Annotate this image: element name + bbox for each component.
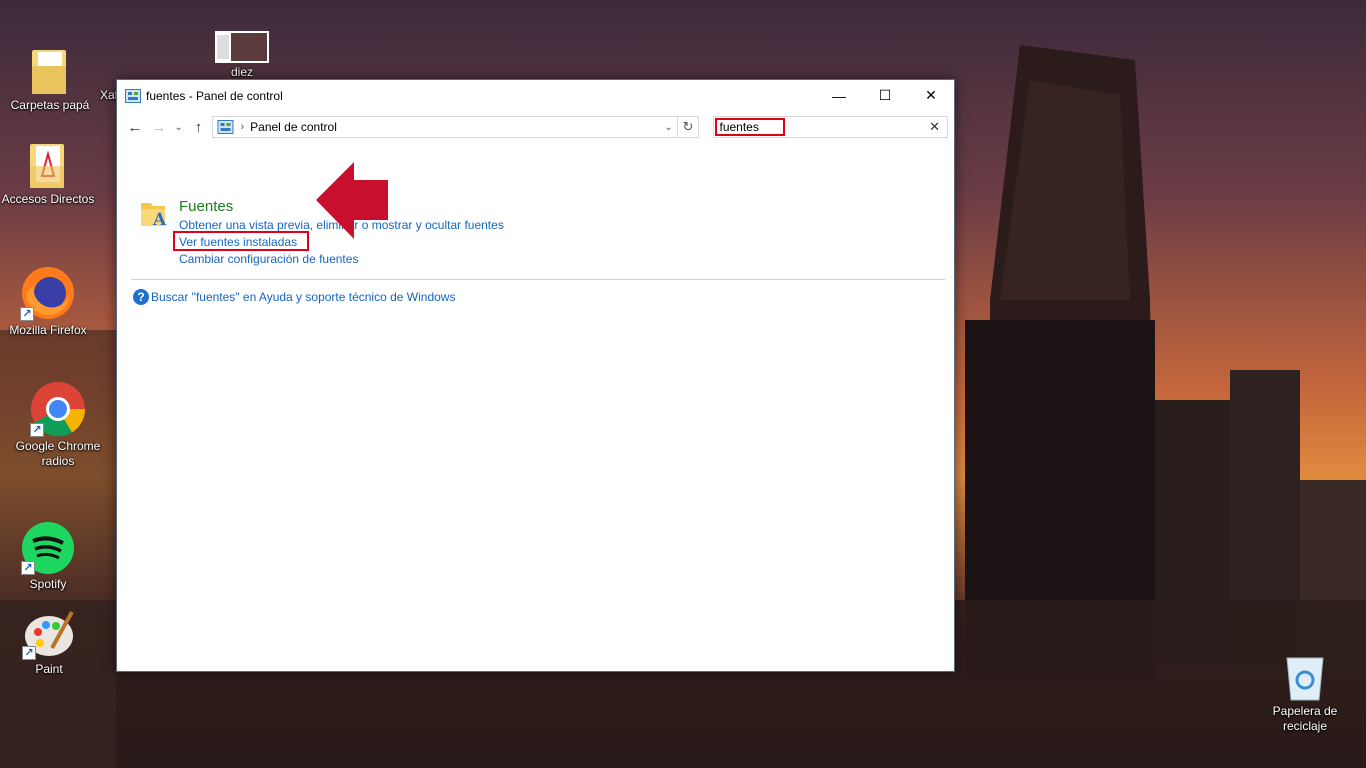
title-bar[interactable]: fuentes - Panel de control — ☐ ✕ <box>117 80 954 111</box>
close-icon: ✕ <box>925 87 937 103</box>
desktop-icon-firefox[interactable]: ↗ Mozilla Firefox <box>0 263 96 338</box>
desktop-icon-label: Google Chrome radios <box>15 439 101 468</box>
desktop-icon-label: Spotify <box>29 577 67 591</box>
desktop-icon-spotify[interactable]: ↗ Spotify <box>0 521 96 592</box>
folder-icon <box>30 46 70 96</box>
arrow-up-icon: ↑ <box>194 118 203 136</box>
desktop-icon-label: Papelera de reciclaje <box>1272 704 1338 733</box>
arrow-right-icon: → <box>151 118 167 136</box>
annotation-arrow-icon <box>316 162 388 239</box>
spotify-icon: ↗ <box>21 521 75 575</box>
help-search-link[interactable]: ? Buscar "fuentes" en Ayuda y soporte té… <box>133 289 455 305</box>
desktop-icon-label: Xat <box>100 88 116 102</box>
desktop-icon-recycle-bin[interactable]: Papelera de reciclaje <box>1257 650 1353 734</box>
help-search-label: Buscar "fuentes" en Ayuda y soporte técn… <box>151 290 456 304</box>
window-title: fuentes - Panel de control <box>146 88 283 103</box>
chevron-down-icon: ⌄ <box>174 121 183 133</box>
desktop-icon-label: diez <box>230 65 253 79</box>
desktop-icon-chrome[interactable]: ↗ Google Chrome radios <box>10 381 106 469</box>
svg-text:A: A <box>152 210 167 229</box>
desktop-icon-accesos-directos[interactable]: Accesos Directos <box>0 140 96 207</box>
image-thumbnail-icon <box>215 31 269 63</box>
forward-button[interactable]: → <box>147 115 171 139</box>
arrow-left-icon: ← <box>127 118 143 136</box>
shortcut-arrow-icon: ↗ <box>21 561 35 575</box>
search-input[interactable]: fuentes <box>715 118 786 136</box>
search-box[interactable]: fuentes ✕ <box>713 116 949 138</box>
recent-locations-button[interactable]: ⌄ <box>171 115 187 139</box>
desktop-icon-label: Accesos Directos <box>1 192 95 206</box>
maximize-icon: ☐ <box>878 87 892 103</box>
refresh-icon: ↻ <box>682 119 694 134</box>
desktop-icon-diez[interactable]: diez <box>194 31 290 80</box>
shortcut-arrow-icon: ↗ <box>30 423 44 437</box>
back-button[interactable]: ← <box>123 115 147 139</box>
up-button[interactable]: ↑ <box>187 115 211 139</box>
divider <box>131 279 945 280</box>
pdf-folder-icon <box>28 140 68 190</box>
control-panel-icon <box>217 120 234 134</box>
desktop-icon-label: Mozilla Firefox <box>9 323 87 337</box>
desktop-icon-paint[interactable]: ↗ Paint <box>1 606 97 677</box>
address-bar[interactable]: › Panel de control ⌄ <box>212 116 678 138</box>
desktop-icon-xat[interactable]: Xat <box>96 42 116 103</box>
minimize-icon: — <box>832 87 846 104</box>
fonts-folder-icon: A <box>141 203 167 229</box>
control-panel-window: fuentes - Panel de control — ☐ ✕ ← → ⌄ ↑… <box>116 79 955 672</box>
breadcrumb-separator: › <box>240 121 245 133</box>
maximize-button[interactable]: ☐ <box>862 80 908 111</box>
breadcrumb-control-panel[interactable]: Panel de control <box>250 120 660 134</box>
control-panel-icon <box>125 88 141 103</box>
search-results: A Fuentes Obtener una vista previa, elim… <box>117 143 954 671</box>
clear-search-icon[interactable]: ✕ <box>929 119 940 135</box>
paint-icon: ↗ <box>22 606 76 660</box>
desktop-icon-carpetas[interactable]: Carpetas papá <box>2 46 98 113</box>
help-icon: ? <box>133 289 149 305</box>
navigation-bar: ← → ⌄ ↑ › Panel de control ⌄ ↻ fuentes ✕ <box>117 111 954 143</box>
shortcut-arrow-icon: ↗ <box>22 646 36 660</box>
chevron-down-icon[interactable]: ⌄ <box>661 122 677 133</box>
minimize-button[interactable]: — <box>816 80 862 111</box>
desktop-icon-label: Paint <box>35 662 63 676</box>
annotation-highlight-box <box>173 231 309 251</box>
link-change-font-settings[interactable]: Cambiar configuración de fuentes <box>179 252 358 266</box>
refresh-button[interactable]: ↻ <box>677 116 700 138</box>
result-title[interactable]: Fuentes <box>179 198 233 215</box>
desktop-icon-label: Carpetas papá <box>10 98 90 112</box>
close-button[interactable]: ✕ <box>908 80 954 111</box>
firefox-icon: ↗ <box>20 263 76 321</box>
shortcut-arrow-icon: ↗ <box>20 307 34 321</box>
chrome-icon: ↗ <box>30 381 86 437</box>
recycle-bin-icon <box>1283 650 1327 702</box>
